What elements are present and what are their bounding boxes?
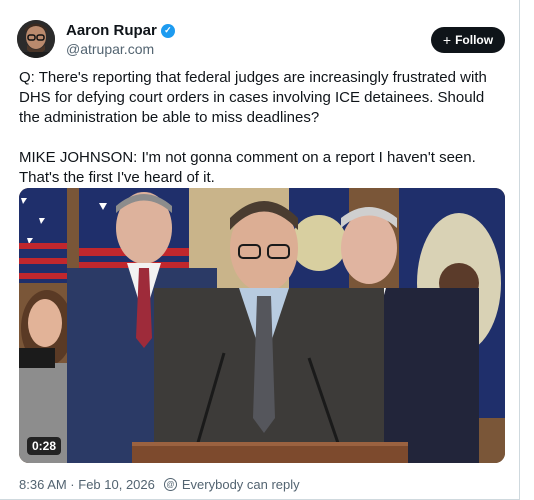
video-duration-badge: 0:28	[27, 437, 62, 455]
post-text: Q: There's reporting that federal judges…	[19, 68, 509, 188]
plus-icon: +	[442, 32, 452, 48]
post-card: Aaron Rupar ✓ @atrupar.com + Follow Q: T…	[0, 0, 520, 500]
avatar[interactable]	[17, 20, 55, 58]
reply-setting: Everybody can reply	[181, 477, 300, 492]
author-block: Aaron Rupar ✓ @atrupar.com	[66, 22, 175, 57]
verified-check-icon: ✓	[160, 23, 175, 38]
at-circle-icon: @	[163, 478, 177, 491]
post-paragraph-answer: MIKE JOHNSON: I'm not gonna comment on a…	[19, 149, 476, 186]
follow-label: Follow	[455, 33, 494, 47]
avatar-image	[17, 20, 55, 58]
author-handle[interactable]: @atrupar.com	[66, 41, 175, 57]
author-name[interactable]: Aaron Rupar	[66, 22, 157, 39]
follow-button[interactable]: + Follow	[431, 27, 505, 53]
video-frame	[19, 188, 505, 463]
post-paragraph-question: Q: There's reporting that federal judges…	[19, 69, 487, 126]
video-player[interactable]: 0:28	[19, 188, 505, 463]
post-timestamp[interactable]: 8:36 AM · Feb 10, 2026	[19, 477, 155, 492]
post-footer: 8:36 AM · Feb 10, 2026 @ Everybody can r…	[19, 477, 300, 492]
